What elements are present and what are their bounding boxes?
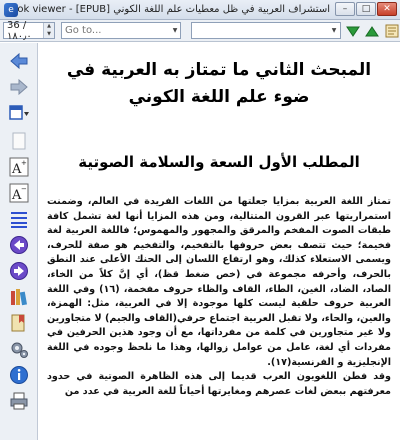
toggle-toc-icon — [9, 105, 29, 120]
minimize-button[interactable]: – — [335, 1, 355, 16]
find-previous-button[interactable] — [365, 23, 379, 39]
info-button[interactable] — [7, 363, 31, 387]
book-content-view[interactable]: المبحث الثاني ما تمتاز به العربية في ضوء… — [39, 43, 400, 440]
next-page-button[interactable] — [7, 259, 31, 283]
svg-text:−: − — [21, 185, 27, 193]
toolbar: 36 / ١٨٠٫٠ ▲ ▼ ▼ ▼ — [0, 20, 400, 42]
body-paragraph: تمتاز اللغة العربية بمزايا جعلتها من الل… — [47, 196, 392, 368]
body-text: تمتاز اللغة العربية بمزايا جعلتها من الل… — [47, 195, 391, 399]
section-title: المطلب الأول السعة والسلامة الصوتية — [78, 153, 360, 171]
page-number-value: 36 / ١٨٠٫٠ — [7, 19, 32, 42]
open-book-icon — [385, 24, 399, 37]
back-button[interactable] — [7, 49, 31, 73]
left-sidebar: A + A − — [0, 43, 38, 440]
find-next-button[interactable] — [346, 23, 360, 39]
next-page-icon — [10, 262, 28, 280]
goto-input[interactable] — [62, 23, 170, 38]
forward-icon — [10, 79, 28, 95]
table-of-contents-icon — [11, 212, 27, 228]
library-icon — [11, 289, 27, 306]
print-icon — [10, 392, 28, 410]
maximize-button[interactable]: □ — [356, 1, 376, 16]
search-input[interactable] — [192, 23, 328, 38]
font-larger-button[interactable]: A + — [7, 155, 31, 179]
body-paragraph: وقد فطن اللغويون العرب قديما إلى هذه الظ… — [47, 371, 391, 397]
window-titlebar: e استشراف العربية في ظل معطيات علم اللغة… — [0, 0, 400, 20]
goto-combobox[interactable]: ▼ — [61, 22, 181, 39]
previous-page-button[interactable] — [7, 233, 31, 257]
bookmark-icon — [11, 314, 25, 332]
library-button[interactable] — [7, 285, 31, 309]
goto-dropdown-icon[interactable]: ▼ — [170, 27, 180, 34]
search-dropdown-icon[interactable]: ▼ — [328, 27, 340, 34]
copy-button[interactable] — [7, 129, 31, 153]
font-smaller-icon: A − — [9, 183, 29, 203]
info-icon — [10, 366, 28, 384]
svg-text:+: + — [21, 159, 27, 167]
preferences-button[interactable] — [7, 337, 31, 361]
spin-up-icon[interactable]: ▲ — [44, 23, 54, 31]
back-icon — [10, 53, 28, 69]
spin-down-icon[interactable]: ▼ — [44, 30, 54, 38]
copy-icon — [12, 132, 26, 150]
toolbar-book-button[interactable] — [384, 23, 400, 39]
search-combobox[interactable]: ▼ — [191, 22, 341, 39]
find-next-icon — [346, 26, 360, 37]
close-button[interactable]: ✕ — [377, 1, 397, 16]
preferences-icon — [11, 342, 28, 358]
find-previous-icon — [365, 25, 379, 36]
bookmark-button[interactable] — [7, 311, 31, 335]
font-smaller-button[interactable]: A − — [7, 181, 31, 205]
font-larger-icon: A + — [9, 157, 29, 177]
chapter-title: المبحث الثاني ما تمتاز به العربية في ضوء… — [66, 60, 372, 107]
forward-button[interactable] — [7, 75, 31, 99]
window-controls: – □ ✕ — [334, 1, 397, 18]
table-of-contents-button[interactable] — [7, 207, 31, 231]
page-number-spinbox[interactable]: 36 / ١٨٠٫٠ ▲ ▼ — [3, 19, 55, 42]
print-button[interactable] — [7, 389, 31, 413]
previous-page-icon — [10, 236, 28, 254]
window-title: استشراف العربية في ظل معطيات علم اللغة ا… — [18, 4, 330, 15]
app-book-icon: e — [4, 2, 18, 17]
toggle-toc-button[interactable] — [7, 101, 31, 125]
page-spin-buttons: ▲ ▼ — [43, 23, 54, 38]
